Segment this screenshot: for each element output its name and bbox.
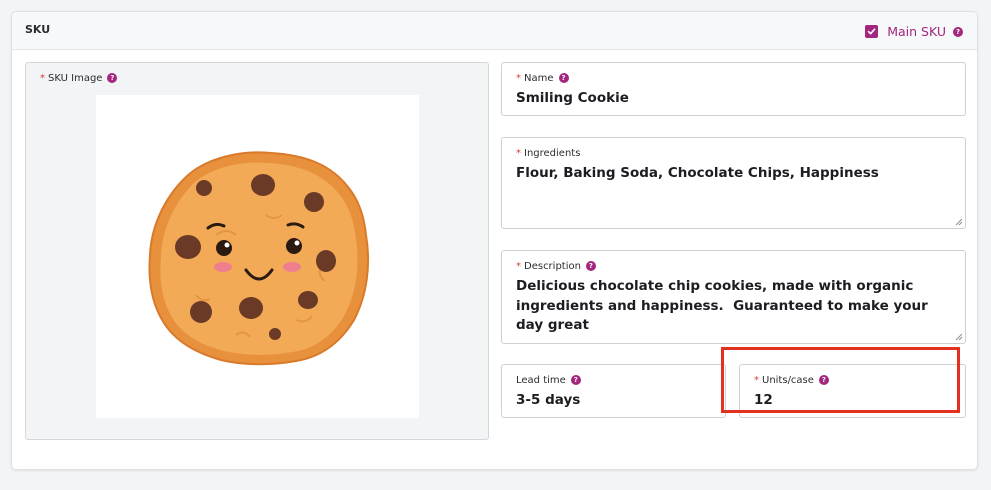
units-per-case-label-text: Units/case <box>762 375 814 386</box>
resize-handle-icon[interactable] <box>955 218 963 226</box>
lead-time-field[interactable]: Lead time? 3-5 days <box>501 364 726 418</box>
description-field[interactable]: * Description? Delicious chocolate chip c… <box>501 250 966 344</box>
main-sku-toggle[interactable]: Main SKU ? <box>865 24 963 39</box>
sku-image-label-text: SKU Image <box>48 73 103 84</box>
main-sku-checkbox[interactable] <box>865 25 879 38</box>
lead-time-label: Lead time? <box>516 375 581 386</box>
units-per-case-field[interactable]: * Units/case? 12 <box>739 364 966 418</box>
cookie-image <box>148 151 370 366</box>
help-icon[interactable]: ? <box>107 73 118 83</box>
ingredients-label-text: Ingredients <box>524 148 581 159</box>
sku-image-panel: * SKU Image? <box>25 62 489 440</box>
units-per-case-label: * Units/case? <box>754 375 829 386</box>
main-sku-label: Main SKU <box>887 24 946 39</box>
help-icon[interactable]: ? <box>818 375 829 385</box>
help-icon[interactable]: ? <box>953 26 963 37</box>
ingredients-label: * Ingredients <box>516 148 580 159</box>
resize-handle-icon[interactable] <box>955 333 963 341</box>
required-marker: * <box>516 261 521 272</box>
help-icon[interactable]: ? <box>585 261 596 271</box>
required-marker: * <box>754 375 759 386</box>
card-title: SKU <box>25 23 51 36</box>
card-header: SKU Main SKU ? <box>12 12 977 50</box>
ingredients-textarea[interactable]: Flour, Baking Soda, Chocolate Chips, Hap… <box>516 164 953 184</box>
name-field[interactable]: * Name? Smiling Cookie <box>501 62 966 116</box>
description-textarea[interactable]: Delicious chocolate chip cookies, made w… <box>516 277 935 336</box>
name-label-text: Name <box>524 73 554 84</box>
sku-card: SKU Main SKU ? * SKU Image? * Name ? Smi… <box>11 11 978 470</box>
required-marker: * <box>40 73 45 84</box>
name-label: * Name? <box>516 73 569 84</box>
lead-time-input[interactable]: 3-5 days <box>516 391 713 411</box>
units-per-case-input[interactable]: 12 <box>754 391 953 411</box>
lead-time-label-text: Lead time <box>516 375 566 386</box>
name-input[interactable]: Smiling Cookie <box>516 89 953 109</box>
required-marker: * <box>516 148 521 159</box>
description-label-text: Description <box>524 261 581 272</box>
check-icon <box>867 28 876 35</box>
help-icon[interactable]: ? <box>570 375 581 385</box>
ingredients-field[interactable]: * Ingredients Flour, Baking Soda, Chocola… <box>501 137 966 229</box>
sku-image-label: * SKU Image? <box>40 73 118 84</box>
required-marker: * <box>516 73 521 84</box>
help-icon[interactable]: ? <box>558 73 569 83</box>
sku-image-upload[interactable] <box>96 95 419 418</box>
description-label: * Description? <box>516 261 596 272</box>
